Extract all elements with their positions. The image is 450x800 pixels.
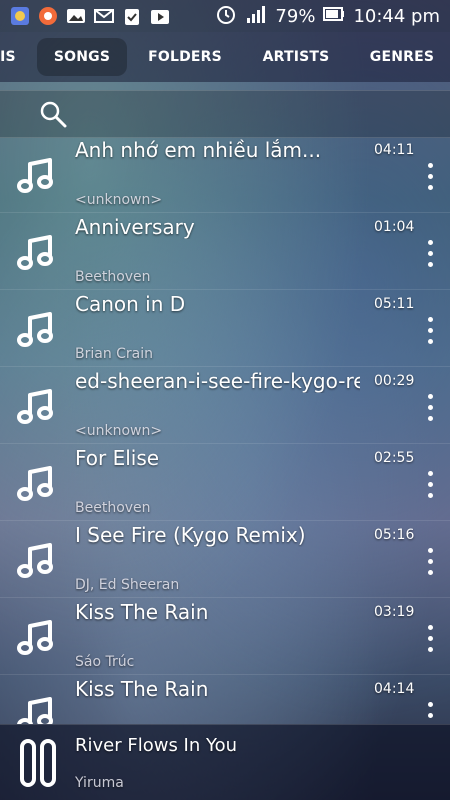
song-artist: Brian Crain bbox=[75, 346, 154, 362]
more-vert-icon[interactable] bbox=[420, 695, 440, 724]
song-title: For Elise bbox=[75, 446, 160, 470]
song-artist: Sáo Trúc bbox=[75, 654, 135, 670]
battery-icon bbox=[323, 5, 345, 28]
music-note-icon bbox=[12, 227, 62, 277]
music-note-icon bbox=[12, 458, 62, 508]
more-vert-icon[interactable] bbox=[420, 464, 440, 504]
tab-bar: IS SONGS FOLDERS ARTISTS GENRES bbox=[0, 32, 450, 82]
music-note-icon bbox=[12, 304, 62, 354]
song-title: Anniversary bbox=[75, 215, 195, 239]
music-note-icon bbox=[12, 150, 62, 200]
tab-genres[interactable]: GENRES bbox=[360, 38, 444, 76]
song-duration: 05:16 bbox=[374, 527, 415, 543]
tab-folders[interactable]: FOLDERS bbox=[143, 38, 227, 76]
song-title: I See Fire (Kygo Remix) bbox=[75, 523, 306, 547]
song-row[interactable]: Anniversary 01:04 Beethoven bbox=[0, 212, 450, 289]
music-note-icon bbox=[12, 689, 62, 724]
image-icon bbox=[66, 6, 86, 26]
song-artist: Beethoven bbox=[75, 269, 151, 285]
more-vert-icon[interactable] bbox=[420, 233, 440, 273]
signal-icon bbox=[245, 4, 267, 29]
song-row[interactable]: Canon in D 05:11 Brian Crain bbox=[0, 289, 450, 366]
more-vert-icon[interactable] bbox=[420, 156, 440, 196]
song-duration: 04:11 bbox=[374, 142, 415, 158]
mail-icon bbox=[94, 6, 114, 26]
search-bar[interactable] bbox=[0, 90, 450, 138]
music-note-icon bbox=[12, 535, 62, 585]
song-row[interactable]: Anh nhớ em nhiều lắm... 04:11 <unknown> bbox=[0, 136, 450, 212]
song-duration: 01:04 bbox=[374, 219, 415, 235]
system-status: 79% 10:44 pm bbox=[215, 3, 450, 30]
clock: 10:44 pm bbox=[353, 5, 440, 27]
tab-artists[interactable]: ARTISTS bbox=[254, 38, 338, 76]
song-row[interactable]: For Elise 02:55 Beethoven bbox=[0, 443, 450, 520]
battery-percent: 79% bbox=[275, 5, 316, 27]
song-row[interactable]: I See Fire (Kygo Remix) 05:16 DJ, Ed She… bbox=[0, 520, 450, 597]
song-artist: <unknown> bbox=[75, 423, 163, 439]
song-title: Canon in D bbox=[75, 292, 186, 316]
song-title: Kiss The Rain bbox=[75, 677, 209, 701]
song-duration: 00:29 bbox=[374, 373, 415, 389]
video-library-icon bbox=[150, 6, 170, 26]
song-artist: Beethoven bbox=[75, 500, 151, 516]
song-artist: <unknown> bbox=[75, 192, 163, 208]
song-duration: 03:19 bbox=[374, 604, 415, 620]
song-duration: 05:11 bbox=[374, 296, 415, 312]
alarm-icon bbox=[215, 3, 237, 30]
app-icon bbox=[38, 6, 58, 26]
clipboard-check-icon bbox=[122, 6, 142, 26]
more-vert-icon[interactable] bbox=[420, 310, 440, 350]
now-playing-artist: Yiruma bbox=[75, 775, 124, 791]
now-playing-bar[interactable]: River Flows In You Yiruma bbox=[0, 724, 450, 800]
more-vert-icon[interactable] bbox=[420, 387, 440, 427]
song-row[interactable]: Kiss The Rain 03:19 Sáo Trúc bbox=[0, 597, 450, 674]
song-list: Anh nhớ em nhiều lắm... 04:11 <unknown> … bbox=[0, 136, 450, 724]
song-duration: 04:14 bbox=[374, 681, 415, 697]
app-icon bbox=[10, 6, 30, 26]
tab-songs[interactable]: SONGS bbox=[37, 38, 127, 76]
song-artist: DJ, Ed Sheeran bbox=[75, 577, 180, 593]
tab-albums-partial[interactable]: IS bbox=[0, 38, 18, 76]
pause-icon[interactable] bbox=[14, 735, 62, 791]
song-title: Kiss The Rain bbox=[75, 600, 209, 624]
song-row[interactable]: Kiss The Rain 04:14 bbox=[0, 674, 450, 724]
search-icon[interactable] bbox=[38, 99, 68, 129]
song-row[interactable]: ed-sheeran-i-see-fire-kygo-re... 00:29 <… bbox=[0, 366, 450, 443]
more-vert-icon[interactable] bbox=[420, 541, 440, 581]
song-title: Anh nhớ em nhiều lắm... bbox=[75, 138, 322, 162]
music-note-icon bbox=[12, 612, 62, 662]
status-bar: 79% 10:44 pm bbox=[0, 0, 450, 32]
song-title: ed-sheeran-i-see-fire-kygo-re... bbox=[75, 369, 360, 393]
more-vert-icon[interactable] bbox=[420, 618, 440, 658]
notification-icons bbox=[0, 6, 170, 26]
now-playing-title: River Flows In You bbox=[75, 735, 238, 756]
music-note-icon bbox=[12, 381, 62, 431]
song-duration: 02:55 bbox=[374, 450, 415, 466]
